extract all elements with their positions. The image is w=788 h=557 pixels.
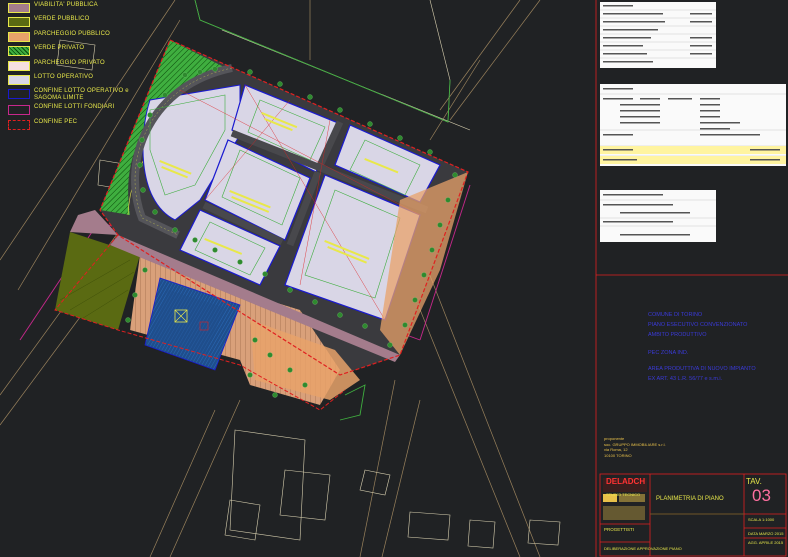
- legend-label: CONFINE PEC: [34, 118, 78, 125]
- legend-swatch: [8, 3, 30, 13]
- legend-swatch: [8, 60, 30, 71]
- legend-item: CONFINE LOTTI FONDIARI: [4, 104, 144, 118]
- studio-logo-subtitle: STUDIO TECNICO: [606, 492, 641, 497]
- project-line: PIANO ESECUTIVO CONVENZIONATO: [648, 322, 748, 328]
- proponent-line: 10100 TORINO: [604, 452, 632, 458]
- project-line: PEC ZONA IND.: [648, 350, 689, 356]
- legend-label: CONFINE LOTTI FONDIARI: [34, 104, 115, 111]
- legend-label: LOTTO OPERATIVO: [34, 73, 94, 80]
- tav-label: TAV.: [746, 477, 762, 486]
- studio-logo: DELADCH: [606, 477, 646, 486]
- project-line: EX ART. 43 L.R. 56/77 e s.m.i.: [648, 376, 723, 382]
- legend-item: VIABILITA' PUBBLICA: [4, 2, 144, 16]
- legend-label: CONFINE LOTTO OPERATIVO e SAGOMA LIMITE: [34, 88, 129, 102]
- legend-swatch: [8, 105, 30, 116]
- project-line: AMBITO PRODUTTIVO: [648, 332, 707, 338]
- sheet-title: PLANIMETRIA DI PIANO: [656, 496, 724, 502]
- legend-swatch: [8, 89, 30, 100]
- legend-item: LOTTO OPERATIVO: [4, 74, 144, 88]
- project-description: COMUNE DI TORINO PIANO ESECUTIVO CONVENZ…: [648, 310, 756, 384]
- legend-label: PARCHEGGIO PRIVATO: [34, 59, 105, 66]
- project-line: AREA PRODUTTIVA DI NUOVO IMPIANTO: [648, 366, 756, 372]
- project-line: COMUNE DI TORINO: [648, 312, 703, 318]
- legend-swatch: [8, 74, 30, 85]
- legend-label: VERDE PUBBLICO: [34, 16, 90, 23]
- legend-swatch: [8, 119, 30, 130]
- legend-item: PARCHEGGIO PUBBLICO: [4, 31, 144, 45]
- update-label: AGG. APRILE 2015: [748, 540, 784, 545]
- legend-swatch: [8, 17, 30, 28]
- legend-swatch: [8, 31, 30, 42]
- legend-label: PARCHEGGIO PUBBLICO: [34, 30, 111, 37]
- legend-item: PARCHEGGIO PRIVATO: [4, 60, 144, 74]
- legend-item: CONFINE LOTTO OPERATIVO e SAGOMA LIMITE: [4, 88, 144, 104]
- legend-item: CONFINE PEC: [4, 119, 144, 133]
- legend-label: VERDE PRIVATO: [34, 45, 85, 52]
- deliberation-label: DELIBERAZIONE APPROVAZIONE PIANO: [604, 546, 682, 551]
- drawing-frame: [595, 0, 788, 557]
- tav-number: 03: [752, 486, 771, 505]
- legend: VIABILITA' PUBBLICA VERDE PUBBLICO PARCHEG…: [4, 2, 144, 133]
- legend-swatch: [8, 46, 30, 57]
- proponent-block: proponente soc. GRUPPO IMMOBILIARE s.r.l…: [604, 436, 666, 458]
- date-label: DATA MARZO 2015: [748, 531, 784, 536]
- designers-label: PROGETTISTI: [604, 527, 635, 532]
- legend-item: VERDE PUBBLICO: [4, 16, 144, 30]
- legend-label: VIABILITA' PUBBLICA: [34, 2, 98, 8]
- scale-label: SCALA 1:1000: [748, 517, 775, 522]
- legend-item: VERDE PRIVATO: [4, 45, 144, 59]
